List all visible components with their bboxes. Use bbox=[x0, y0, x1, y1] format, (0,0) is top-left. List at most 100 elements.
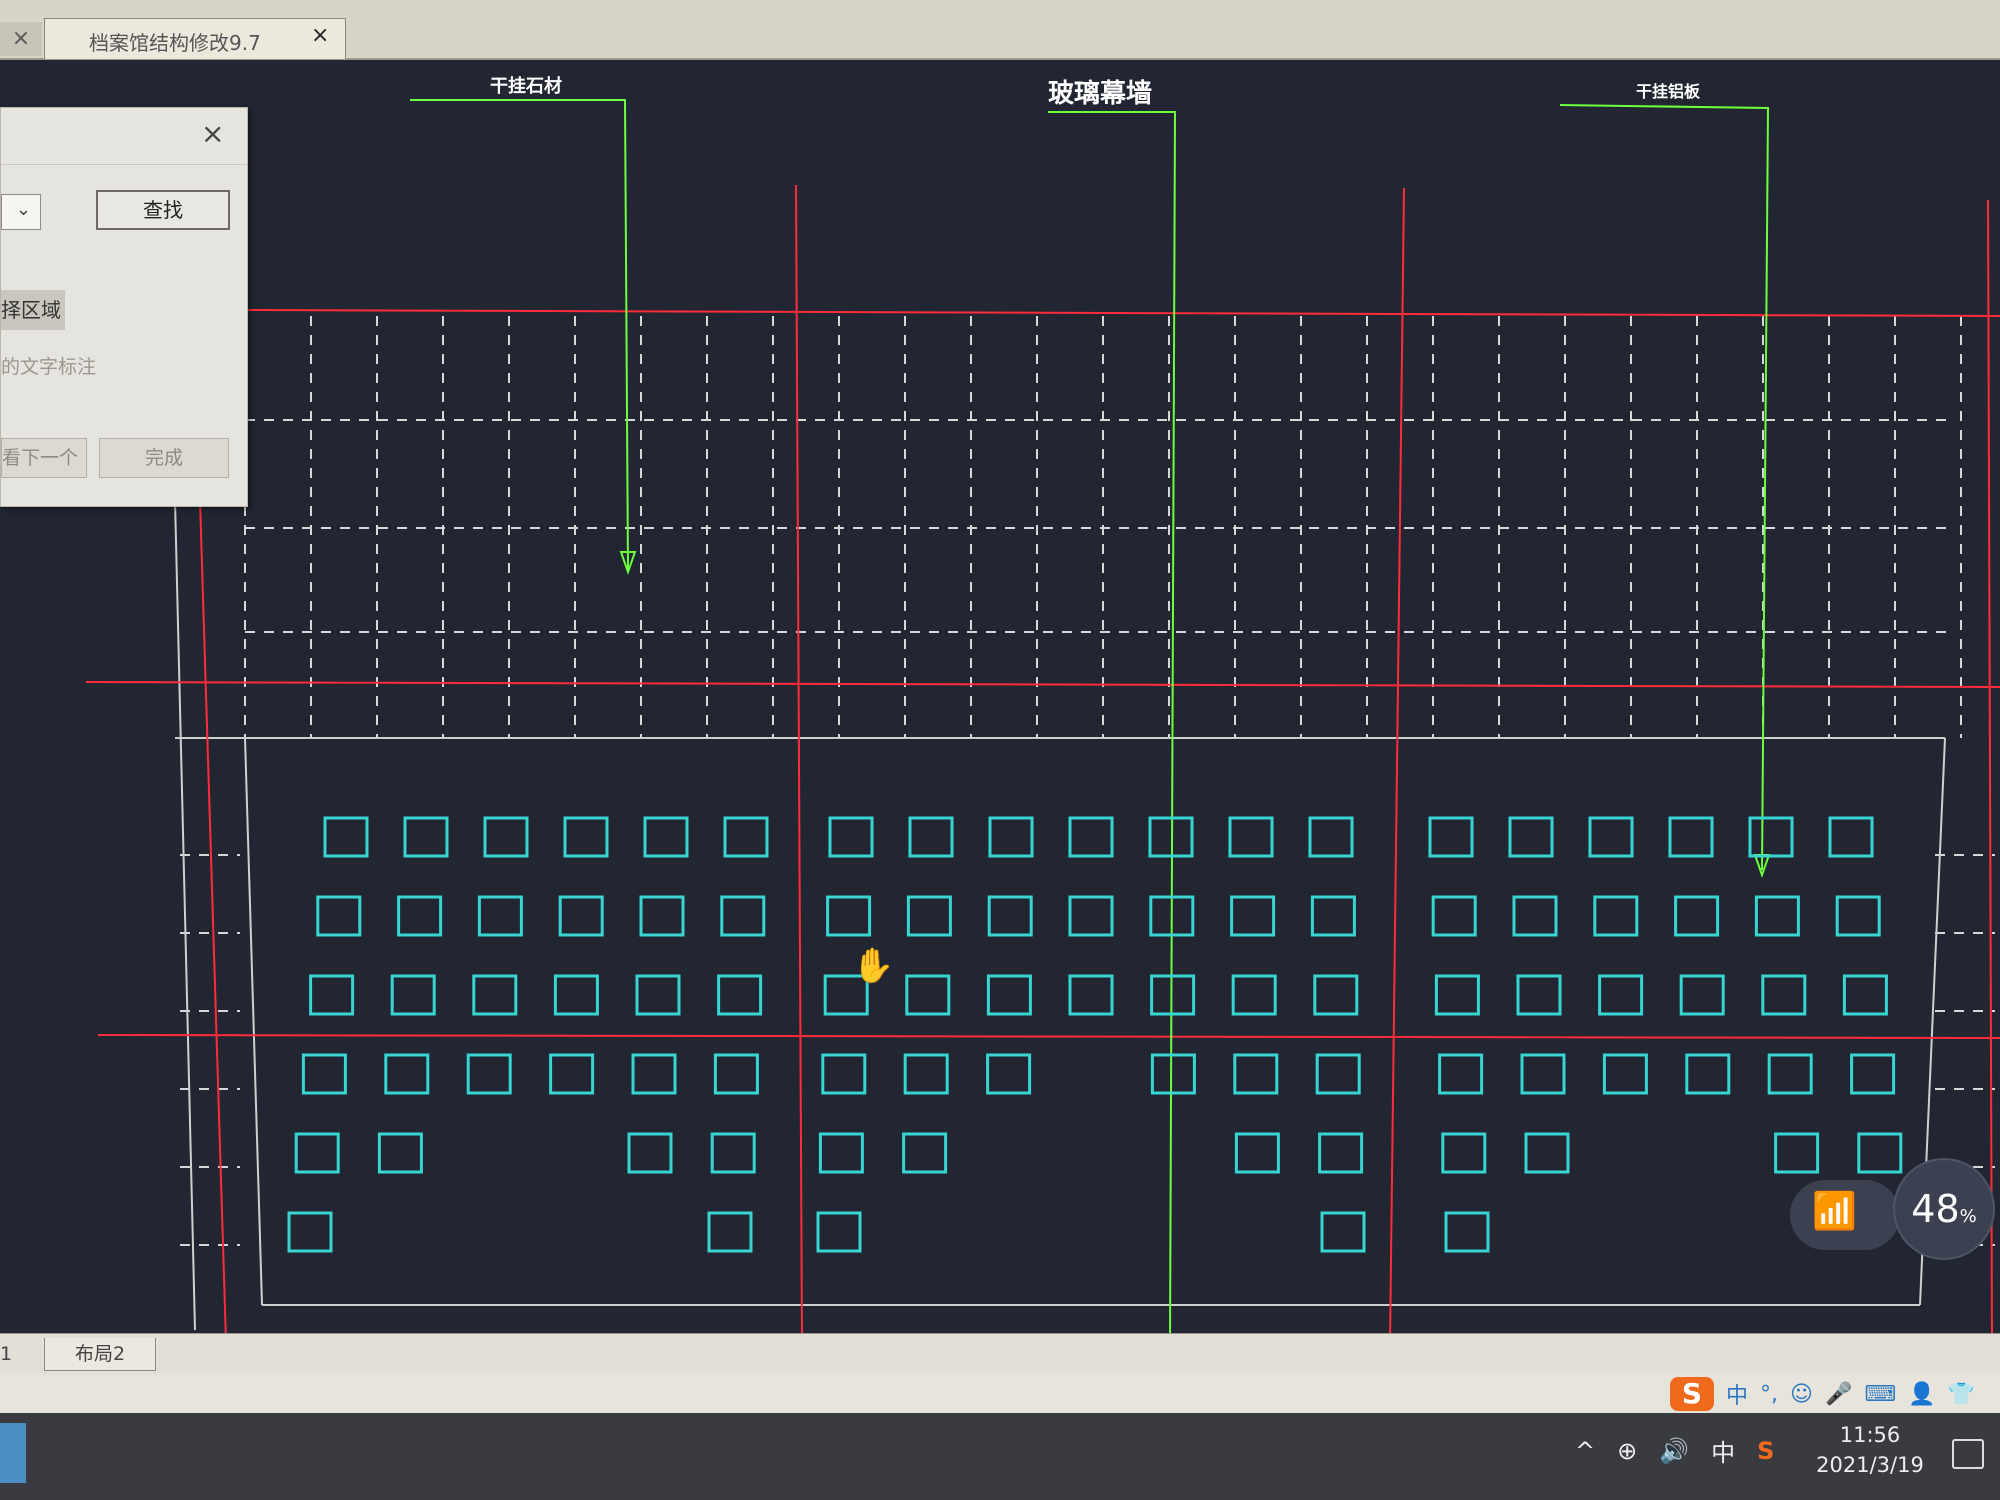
input-language-indicator[interactable]: 中 bbox=[1711, 1433, 1735, 1468]
window-opening bbox=[390, 974, 436, 1016]
window-opening bbox=[1438, 1053, 1484, 1095]
ime-keyboard-icon[interactable]: ⌨ bbox=[1864, 1382, 1896, 1407]
volume-icon[interactable]: 🔊 bbox=[1659, 1437, 1689, 1465]
window-opening bbox=[821, 1053, 867, 1095]
window-opening bbox=[1310, 895, 1356, 937]
find-text-combo[interactable]: ⌄ bbox=[1, 194, 41, 230]
window-opening bbox=[902, 1132, 948, 1174]
window-opening bbox=[1761, 974, 1807, 1016]
window-opening bbox=[1315, 1053, 1361, 1095]
window-opening bbox=[1748, 816, 1794, 858]
window-opening bbox=[826, 895, 872, 937]
window-opening bbox=[323, 816, 369, 858]
wifi-off-icon: 📶 bbox=[1812, 1191, 1857, 1232]
window-opening bbox=[1434, 974, 1480, 1016]
window-opening bbox=[1230, 895, 1276, 937]
red-axis-v2 bbox=[1389, 187, 1405, 1342]
window-opening bbox=[818, 1132, 864, 1174]
taskbar-app-icon[interactable] bbox=[0, 1423, 26, 1483]
window-openings bbox=[287, 816, 1903, 1253]
window-opening bbox=[1828, 816, 1874, 858]
tray-chevron-icon[interactable]: ^ bbox=[1575, 1437, 1595, 1465]
window-opening bbox=[384, 1053, 430, 1095]
window-opening bbox=[906, 895, 952, 937]
window-opening bbox=[908, 816, 954, 858]
window-opening bbox=[639, 895, 685, 937]
window-opening bbox=[717, 974, 763, 1016]
window-opening bbox=[1318, 1132, 1364, 1174]
window-opening bbox=[1679, 974, 1725, 1016]
dialog-divider bbox=[1, 164, 247, 165]
battery-widget: 48% bbox=[1895, 1160, 1993, 1258]
window-opening bbox=[828, 816, 874, 858]
window-opening bbox=[549, 1053, 595, 1095]
window-opening bbox=[1233, 1053, 1279, 1095]
window-opening bbox=[1150, 974, 1196, 1016]
cad-canvas[interactable]: 干挂石材 玻璃幕墙 干挂铝板 ✋ bbox=[0, 60, 2000, 1342]
window-opening bbox=[1524, 1132, 1570, 1174]
window-opening bbox=[1767, 1053, 1813, 1095]
done-button[interactable]: 完成 bbox=[99, 438, 229, 478]
document-tab[interactable]: 档案馆结构修改9.7 × bbox=[44, 18, 346, 59]
find-next-button[interactable]: 看下一个 bbox=[1, 438, 87, 478]
ime-mic-icon[interactable]: 🎤 bbox=[1825, 1382, 1852, 1407]
building-outline-left bbox=[174, 499, 196, 1331]
sogou-tray-icon[interactable]: S bbox=[1757, 1437, 1774, 1465]
ime-user-icon[interactable]: 👤 bbox=[1908, 1382, 1935, 1407]
network-icon[interactable]: ⊕ bbox=[1617, 1437, 1637, 1465]
window-opening bbox=[1313, 974, 1359, 1016]
window-opening bbox=[1444, 1211, 1490, 1253]
notification-icon[interactable] bbox=[1952, 1439, 1984, 1469]
drawing-svg: 干挂石材 玻璃幕墙 干挂铝板 bbox=[85, 75, 2000, 1342]
ime-emoji-icon[interactable]: ☺ bbox=[1790, 1382, 1813, 1407]
window-opening bbox=[723, 816, 769, 858]
ime-lang-icon[interactable]: 中 bbox=[1726, 1378, 1748, 1410]
select-area-button[interactable]: 择区域 bbox=[1, 290, 65, 330]
find-replace-dialog: × ⌄ 查找 择区域 的文字标注 看下一个 完成 bbox=[0, 107, 248, 507]
window-opening bbox=[558, 895, 604, 937]
window-opening bbox=[1602, 1053, 1648, 1095]
window-opening bbox=[1754, 895, 1800, 937]
window-opening bbox=[1441, 1132, 1487, 1174]
window-opening bbox=[1685, 1053, 1731, 1095]
close-tab-icon[interactable]: × bbox=[311, 23, 329, 48]
window-opening bbox=[1512, 895, 1558, 937]
window-opening bbox=[1842, 974, 1888, 1016]
window-opening bbox=[713, 1053, 759, 1095]
red-axis-h1 bbox=[244, 309, 2000, 317]
window-opening bbox=[1068, 895, 1114, 937]
window-opening bbox=[986, 974, 1032, 1016]
close-icon[interactable]: × bbox=[201, 120, 224, 148]
window-opening bbox=[553, 974, 599, 1016]
window-opening bbox=[1598, 974, 1644, 1016]
find-button[interactable]: 查找 bbox=[96, 190, 230, 230]
window-opening bbox=[301, 1053, 347, 1095]
system-tray: ^ ⊕ 🔊 中 S bbox=[1575, 1413, 1774, 1488]
window-opening bbox=[1588, 816, 1634, 858]
window-opening bbox=[1520, 1053, 1566, 1095]
window-opening bbox=[627, 1132, 673, 1174]
window-opening bbox=[986, 1053, 1032, 1095]
red-axis-v4 bbox=[1987, 199, 1993, 1342]
window-opening bbox=[477, 895, 523, 937]
window-opening bbox=[1850, 1053, 1896, 1095]
window-opening bbox=[1320, 1211, 1366, 1253]
document-tab-title: 档案馆结构修改9.7 bbox=[89, 31, 261, 55]
text-annotation-option[interactable]: 的文字标注 bbox=[1, 352, 96, 379]
previous-tab[interactable]: × bbox=[0, 22, 42, 56]
layout-tab-1[interactable]: 1 bbox=[0, 1338, 40, 1370]
window-opening bbox=[1234, 1132, 1280, 1174]
window-opening bbox=[563, 816, 609, 858]
battery-value: 48 bbox=[1911, 1187, 1960, 1231]
ime-skin-icon[interactable]: 👕 bbox=[1948, 1382, 1975, 1407]
window-opening bbox=[710, 1132, 756, 1174]
layout-tab-2[interactable]: 布局2 bbox=[44, 1338, 156, 1371]
window-opening bbox=[309, 974, 355, 1016]
taskbar-clock[interactable]: 11:56 2021/3/19 bbox=[1800, 1423, 1940, 1477]
window-opening bbox=[377, 1132, 423, 1174]
chevron-down-icon: ⌄ bbox=[16, 199, 32, 220]
ime-punct-icon[interactable]: °, bbox=[1760, 1382, 1778, 1407]
label-dry-stone: 干挂石材 bbox=[490, 75, 562, 97]
window-opening bbox=[472, 974, 518, 1016]
sogou-logo-icon[interactable]: S bbox=[1670, 1377, 1714, 1411]
